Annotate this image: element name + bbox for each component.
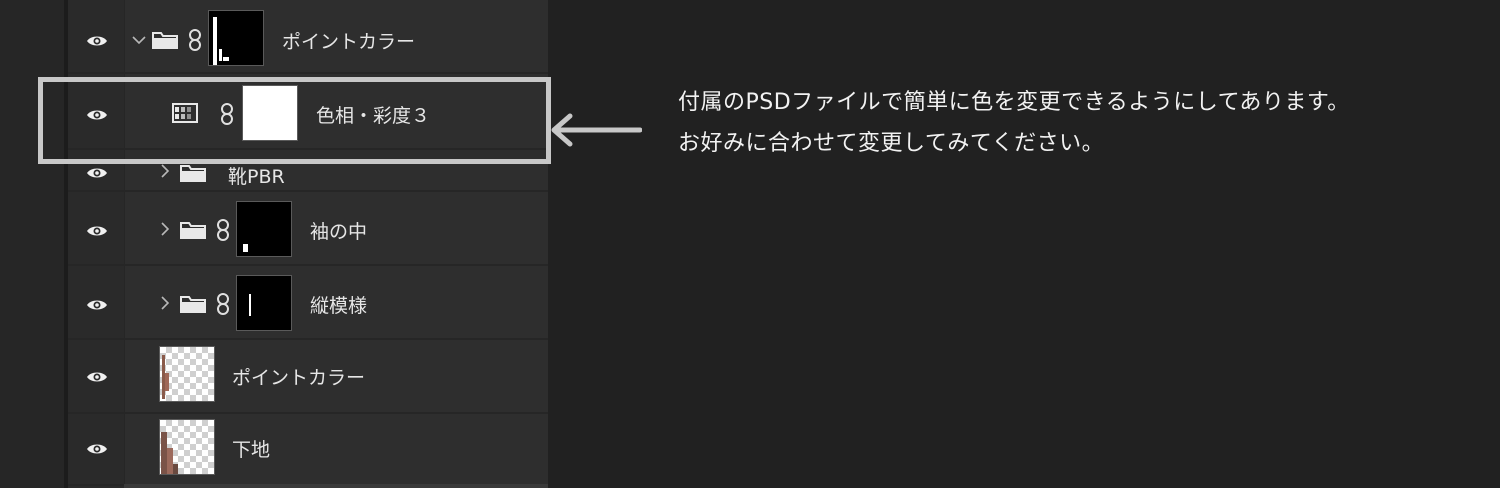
layer-name: 下地 [232,439,271,461]
folder-icon [152,32,178,49]
layer-mask-thumbnail[interactable] [236,201,292,257]
annotation-text: 付属のPSDファイルで簡単に色を変更できるようにしてあります。 お好みに合わせて… [678,82,1350,164]
eye-icon[interactable] [86,294,108,316]
folder-icon [180,222,206,239]
eye-icon[interactable] [86,162,108,184]
layer-mask-thumbnail[interactable] [236,275,292,331]
layer-row-point-color[interactable]: ポイントカラー [68,340,548,414]
chevron-down-icon[interactable] [132,32,146,48]
highlight-frame [38,77,551,164]
layer-name: 縦模様 [310,295,368,317]
left-panel-strip [0,0,66,488]
left-arrow-icon [551,113,642,147]
chain-link-icon[interactable] [216,293,230,315]
eye-icon[interactable] [86,30,108,52]
eye-icon[interactable] [86,366,108,388]
eye-icon[interactable] [86,438,108,460]
layer-name: 靴PBR [228,166,285,188]
layer-thumbnail[interactable] [159,346,215,402]
chain-link-icon[interactable] [216,219,230,241]
layer-row-group-sleeve-inside[interactable]: 袖の中 [68,192,548,266]
chevron-right-icon[interactable] [160,164,170,181]
layer-name: ポイントカラー [282,31,416,53]
layer-name: ポイントカラー [232,367,366,389]
layer-row-group-point-color[interactable]: ポイントカラー [68,0,548,74]
folder-icon [180,296,206,313]
folder-icon [180,165,206,182]
eye-icon[interactable] [86,220,108,242]
annotation-line-2: お好みに合わせて変更してみてください。 [678,131,1105,156]
panel-bottom-edge [124,484,548,488]
layer-row-group-vertical-pattern[interactable]: 縦模様 [68,266,548,340]
annotation-line-1: 付属のPSDファイルで簡単に色を変更できるようにしてあります。 [678,90,1350,115]
layer-mask-thumbnail[interactable] [208,10,264,66]
chevron-right-icon[interactable] [160,296,170,313]
layer-row-base[interactable]: 下地 [68,414,548,486]
layer-name: 袖の中 [310,221,368,243]
layer-thumbnail[interactable] [159,419,215,475]
chevron-right-icon[interactable] [160,222,170,239]
chain-link-icon[interactable] [188,29,202,51]
